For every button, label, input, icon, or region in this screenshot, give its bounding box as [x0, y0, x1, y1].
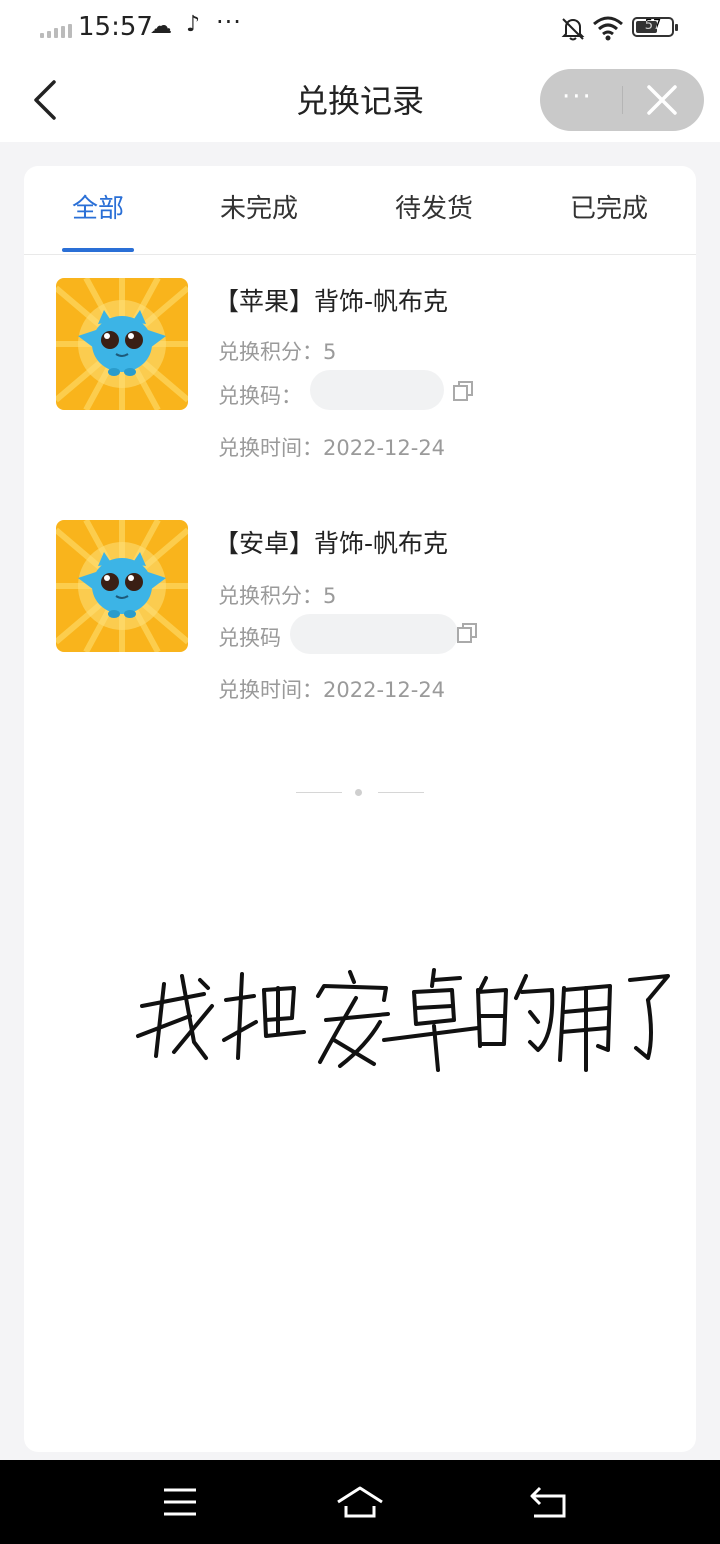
close-icon[interactable] — [644, 82, 680, 118]
item-thumbnail — [56, 520, 188, 652]
time-label: 兑换时间： — [218, 678, 323, 702]
capsule-divider — [622, 86, 623, 114]
nav-bar: 兑换记录 ··· — [0, 58, 720, 142]
bell-muted-icon — [561, 18, 585, 41]
back-icon[interactable] — [526, 1482, 574, 1522]
battery-icon: 57 — [632, 17, 678, 37]
tiktok-icon: ♪ — [186, 12, 201, 37]
more-button[interactable]: ··· — [562, 84, 593, 110]
status-time: 15:57 — [78, 12, 153, 42]
system-nav-bar — [0, 1460, 720, 1544]
time-label: 兑换时间： — [218, 436, 323, 460]
home-icon[interactable] — [336, 1482, 384, 1522]
status-bar: 15:57 ☁ ♪ ··· 57 — [0, 0, 720, 58]
time-value: 2022-12-24 — [323, 436, 446, 460]
time-value: 2022-12-24 — [323, 678, 446, 702]
copy-icon[interactable] — [456, 622, 478, 644]
points-row: 兑换积分：5 — [218, 580, 336, 610]
signal-icon — [40, 24, 72, 38]
points-row: 兑换积分：5 — [218, 336, 336, 366]
time-row: 兑换时间：2022-12-24 — [218, 432, 445, 462]
item-title: 【苹果】背饰-帆布克 — [214, 287, 449, 316]
battery-level: 57 — [644, 18, 662, 33]
code-row: 兑换码 — [218, 622, 281, 652]
code-label: 兑换码 — [218, 626, 281, 650]
list-item[interactable]: 【安卓】背饰-帆布克 兑换积分：5 兑换码 兑换时间：2022-12-24 — [24, 520, 696, 740]
points-label: 兑换积分： — [218, 584, 323, 608]
copy-icon[interactable] — [452, 380, 474, 402]
points-label: 兑换积分： — [218, 340, 323, 364]
item-thumbnail — [56, 278, 188, 410]
redacted-code — [310, 370, 444, 410]
tab-pending-shipment[interactable]: 待发货 — [364, 188, 504, 225]
points-value: 5 — [323, 584, 337, 608]
wifi-icon — [593, 16, 623, 41]
more-dots-icon: ··· — [216, 8, 242, 36]
cloud-icon: ☁ — [150, 14, 172, 39]
tab-bar: 全部 未完成 待发货 已完成 — [24, 166, 696, 255]
points-value: 5 — [323, 340, 337, 364]
code-row: 兑换码： — [218, 380, 302, 410]
tab-all[interactable]: 全部 — [28, 188, 168, 225]
time-row: 兑换时间：2022-12-24 — [218, 674, 445, 704]
item-title: 【安卓】背饰-帆布克 — [214, 529, 449, 558]
tab-completed[interactable]: 已完成 — [539, 188, 679, 225]
tab-incomplete[interactable]: 未完成 — [189, 188, 329, 225]
redacted-code — [290, 614, 458, 654]
code-label: 兑换码： — [218, 384, 302, 408]
menu-icon[interactable] — [156, 1482, 204, 1522]
end-of-list-indicator — [296, 786, 424, 798]
handwritten-note — [136, 968, 670, 1072]
list-item[interactable]: 【苹果】背饰-帆布克 兑换积分：5 兑换码： 兑换时间：2022-12-24 — [24, 278, 696, 498]
mini-program-capsule: ··· — [540, 69, 704, 131]
records-card: 全部 未完成 待发货 已完成 【苹果】背饰-帆布克 兑换积分：5 兑换码： 兑换… — [24, 166, 696, 1452]
active-tab-indicator — [62, 248, 134, 252]
